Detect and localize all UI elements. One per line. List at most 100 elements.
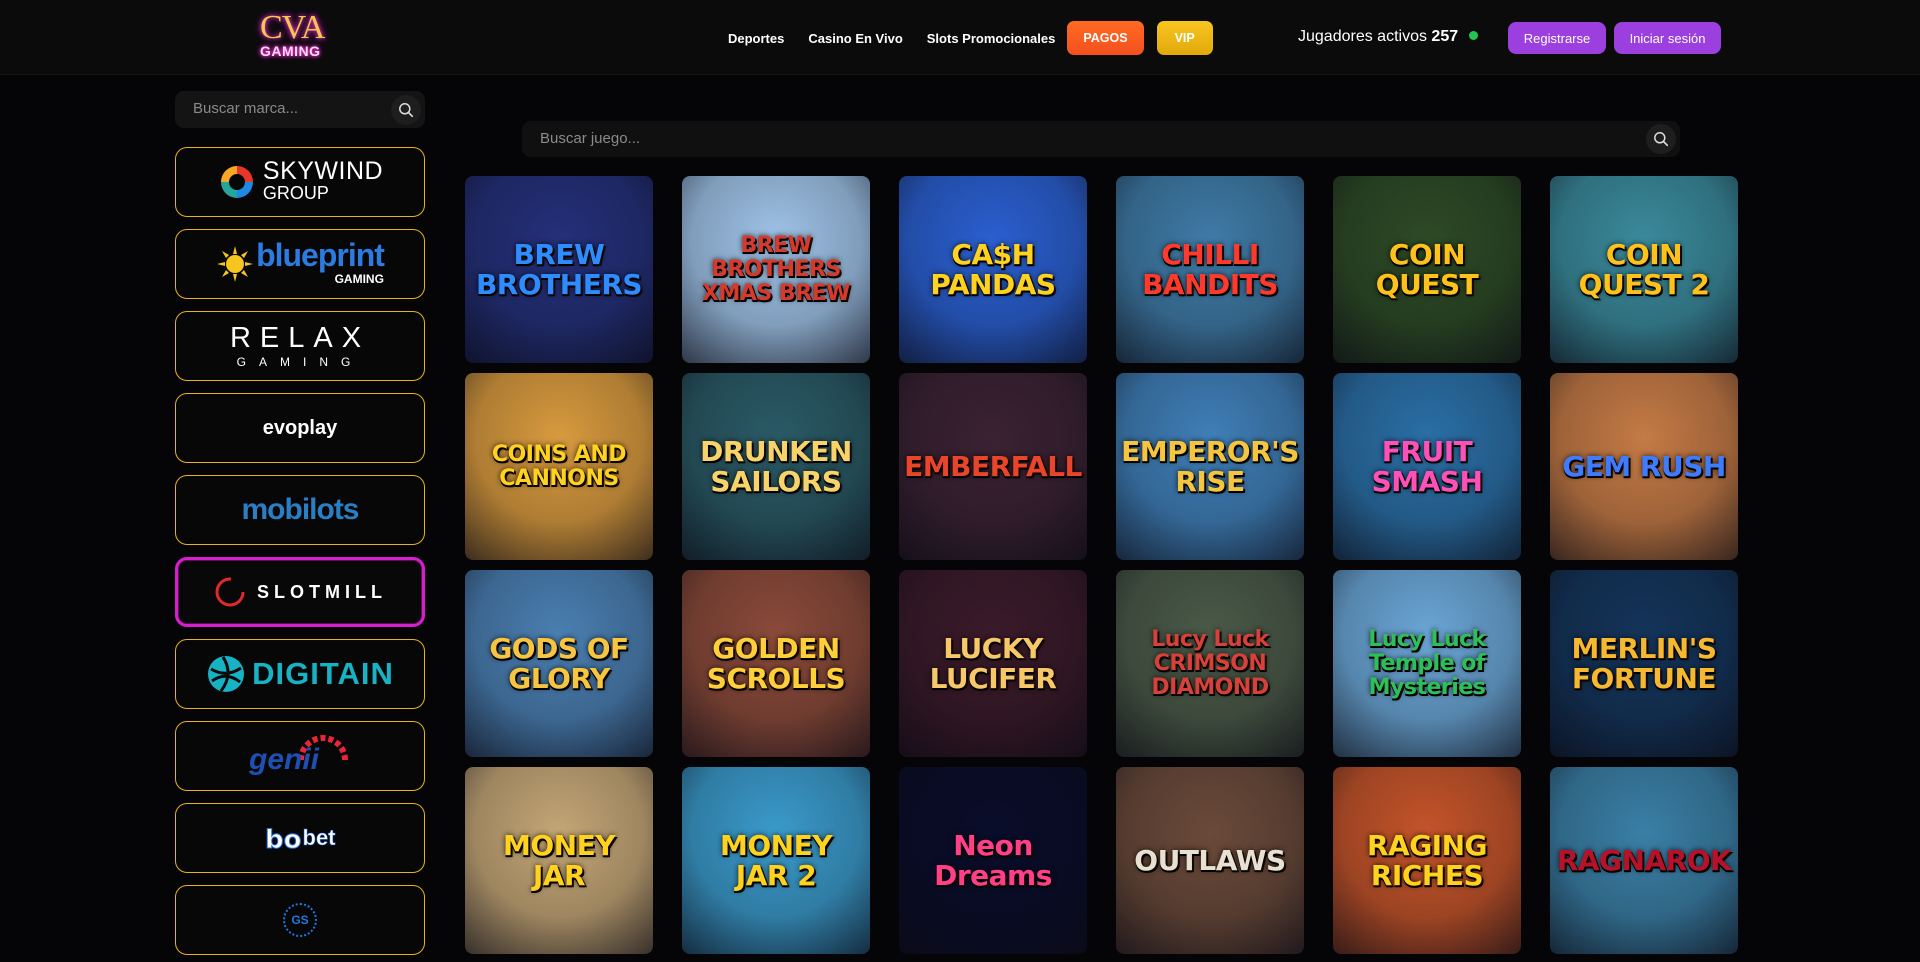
game-tile[interactable]: GODS OF GLORY <box>465 570 653 757</box>
slotmill-name: SLOTMILL <box>257 581 387 602</box>
game-title: LUCKY LUCIFER <box>929 631 1057 695</box>
game-title: COIN QUEST 2 <box>1578 237 1710 301</box>
game-search-button[interactable] <box>1646 124 1676 154</box>
game-title: Lucy Luck Temple of Mysteries <box>1368 626 1486 700</box>
game-title: COIN QUEST <box>1375 237 1479 301</box>
digitain-name: DIGITAIN <box>252 656 394 691</box>
game-tile[interactable]: MONEY JAR <box>465 767 653 954</box>
game-tile[interactable]: RAGNAROK <box>1550 767 1738 954</box>
provider-blueprint[interactable]: blueprint GAMING <box>175 229 425 299</box>
game-title: CA$H PANDAS <box>930 237 1056 301</box>
blueprint-sun-icon <box>217 246 254 282</box>
logo-text-bottom: GAMING <box>260 43 321 59</box>
game-tile[interactable]: Lucy Luck Temple of Mysteries <box>1333 570 1521 757</box>
game-tile[interactable]: EMBERFALL <box>899 373 1087 560</box>
register-button[interactable]: Registrarse <box>1508 22 1606 54</box>
provider-digitain[interactable]: DIGITAIN <box>175 639 425 709</box>
game-title: MERLIN'S FORTUNE <box>1571 631 1717 695</box>
provider-genii[interactable]: genii <box>175 721 425 791</box>
bbet-name: bet <box>302 825 336 851</box>
search-icon <box>399 102 414 117</box>
nav-slots-promocionales[interactable]: Slots Promocionales <box>927 31 1056 46</box>
provider-slotmill[interactable]: SLOTMILL <box>175 557 425 627</box>
svg-text:bo: bo <box>265 825 301 852</box>
game-tile[interactable]: GEM RUSH <box>1550 373 1738 560</box>
game-search-bar <box>522 121 1680 157</box>
game-title: MONEY JAR 2 <box>719 828 833 892</box>
game-tile[interactable]: DRUNKEN SAILORS <box>682 373 870 560</box>
game-tile[interactable]: MONEY JAR 2 <box>682 767 870 954</box>
game-tile[interactable]: BREW BROTHERS XMAS BREW <box>682 176 870 363</box>
game-title: GODS OF GLORY <box>489 631 629 695</box>
game-tile[interactable]: Lucy Luck CRIMSON DIAMOND <box>1116 570 1304 757</box>
logo-text-top: CVA <box>260 9 325 46</box>
skywind-sub: GROUP <box>262 183 329 203</box>
game-title: FRUIT SMASH <box>1371 434 1483 498</box>
brand-search-button[interactable] <box>391 94 421 125</box>
vip-button[interactable]: VIP <box>1156 21 1213 55</box>
genii-name: genii <box>249 743 320 776</box>
evoplay-name: evoplay <box>262 416 338 439</box>
cva-gaming-logo[interactable]: CVA GAMING <box>258 9 338 60</box>
gs-name: GS <box>291 913 309 927</box>
game-tile[interactable]: COIN QUEST 2 <box>1550 176 1738 363</box>
top-header: CVA GAMING Deportes Casino En Vivo Slots… <box>0 0 1920 75</box>
slotmill-ring-icon <box>215 577 245 607</box>
gs-badge-icon: GS <box>283 903 317 937</box>
login-button[interactable]: Iniciar sesión <box>1614 22 1721 54</box>
provider-bbet[interactable]: bo bet <box>175 803 425 873</box>
active-players: Jugadores activos 257 <box>1298 28 1478 46</box>
provider-gs[interactable]: GS <box>175 885 425 955</box>
game-tile[interactable]: FRUIT SMASH <box>1333 373 1521 560</box>
game-title: RAGNAROK <box>1556 843 1732 877</box>
brand-search-input[interactable] <box>193 100 383 117</box>
relax-sub: GAMING <box>236 355 364 369</box>
game-tile[interactable]: Neon Dreams <box>899 767 1087 954</box>
game-title: EMPEROR'S RISE <box>1121 434 1299 498</box>
search-icon <box>1654 132 1669 147</box>
game-tile[interactable]: COINS AND CANNONS <box>465 373 653 560</box>
nav-deportes[interactable]: Deportes <box>728 31 784 46</box>
game-title: Neon Dreams <box>934 828 1052 892</box>
active-players-count: 257 <box>1431 28 1459 45</box>
game-title: BREW BROTHERS <box>475 237 643 301</box>
digitain-globe-icon <box>208 656 245 692</box>
game-title: DRUNKEN SAILORS <box>700 434 852 498</box>
game-tile[interactable]: LUCKY LUCIFER <box>899 570 1087 757</box>
game-tile[interactable]: RAGING RICHES <box>1333 767 1521 954</box>
game-title: GEM RUSH <box>1562 449 1726 483</box>
game-tile[interactable]: MERLIN'S FORTUNE <box>1550 570 1738 757</box>
game-tile[interactable]: CA$H PANDAS <box>899 176 1087 363</box>
provider-mobilots[interactable]: mobilots <box>175 475 425 545</box>
brand-search-bar <box>175 91 425 128</box>
bbet-logo-icon: bo <box>265 825 302 853</box>
game-tile[interactable]: CHILLI BANDITS <box>1116 176 1304 363</box>
skywind-name: SKYWIND <box>262 157 384 185</box>
game-title: Lucy Luck CRIMSON DIAMOND <box>1151 626 1269 700</box>
blueprint-name: blueprint <box>256 237 385 273</box>
game-title: BREW BROTHERS XMAS BREW <box>702 232 850 306</box>
game-search-input[interactable] <box>540 130 1440 147</box>
game-tile[interactable]: OUTLAWS <box>1116 767 1304 954</box>
nav-casino-en-vivo[interactable]: Casino En Vivo <box>808 31 902 46</box>
game-tile[interactable]: COIN QUEST <box>1333 176 1521 363</box>
online-status-dot-icon <box>1468 31 1478 41</box>
main-nav: Deportes Casino En Vivo Slots Promociona… <box>728 20 1226 56</box>
game-title: EMBERFALL <box>904 449 1082 483</box>
provider-skywind[interactable]: SKYWIND GROUP <box>175 147 425 217</box>
provider-relax[interactable]: RELAX GAMING <box>175 311 425 381</box>
games-grid: BREW BROTHERS BREW BROTHERS XMAS BREW CA… <box>465 176 1738 962</box>
game-title: COINS AND CANNONS <box>491 441 627 491</box>
provider-evoplay[interactable]: evoplay <box>175 393 425 463</box>
game-title: GOLDEN SCROLLS <box>706 631 846 695</box>
mobilots-name: mobilots <box>241 493 360 526</box>
game-title: OUTLAWS <box>1134 843 1286 877</box>
pagos-button[interactable]: PAGOS <box>1067 21 1144 55</box>
active-players-label: Jugadores activos <box>1298 28 1427 45</box>
relax-name: RELAX <box>229 322 371 354</box>
game-tile[interactable]: BREW BROTHERS <box>465 176 653 363</box>
game-tile[interactable]: EMPEROR'S RISE <box>1116 373 1304 560</box>
game-title: MONEY JAR <box>502 828 616 892</box>
game-title: CHILLI BANDITS <box>1142 237 1278 301</box>
game-tile[interactable]: GOLDEN SCROLLS <box>682 570 870 757</box>
